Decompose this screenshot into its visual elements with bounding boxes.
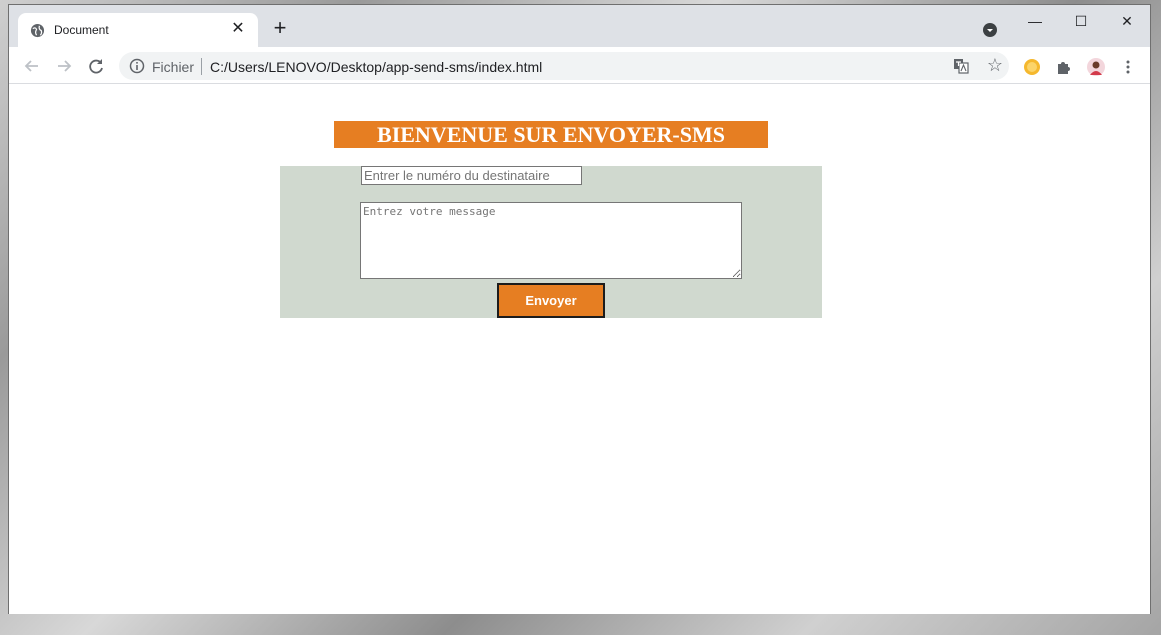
- info-icon[interactable]: [129, 58, 145, 74]
- tab-title: Document: [54, 23, 109, 37]
- sms-form: Envoyer: [280, 166, 822, 318]
- minimize-button[interactable]: —: [1013, 9, 1057, 33]
- phone-number-input[interactable]: [361, 166, 582, 185]
- close-window-button[interactable]: ✕: [1105, 9, 1149, 33]
- tab-document[interactable]: Document ✕: [18, 13, 258, 47]
- page-content: BIENVENUE SUR ENVOYER-SMS Envoyer: [9, 85, 1150, 614]
- tab-strip: Document ✕ + — ☐ ✕: [9, 5, 1150, 47]
- send-button[interactable]: Envoyer: [497, 283, 605, 318]
- omnibox-divider: [201, 58, 202, 75]
- reload-icon[interactable]: [85, 55, 107, 77]
- new-tab-button[interactable]: +: [269, 17, 291, 40]
- maximize-button[interactable]: ☐: [1059, 9, 1103, 33]
- message-textarea[interactable]: [360, 202, 742, 279]
- url-text[interactable]: C:/Users/LENOVO/Desktop/app-send-sms/ind…: [210, 59, 542, 75]
- close-tab-icon[interactable]: ✕: [228, 19, 248, 39]
- orange-extension-icon[interactable]: [1023, 58, 1041, 76]
- tab-search-icon[interactable]: [982, 22, 998, 38]
- star-icon[interactable]: ☆: [985, 55, 1005, 75]
- address-bar[interactable]: Fichier C:/Users/LENOVO/Desktop/app-send…: [119, 52, 1009, 80]
- forward-icon[interactable]: [53, 55, 75, 77]
- translate-icon[interactable]: [953, 58, 969, 74]
- avatar[interactable]: [1087, 58, 1105, 76]
- puzzle-icon[interactable]: [1055, 58, 1073, 76]
- menu-icon[interactable]: [1119, 58, 1137, 76]
- back-icon[interactable]: [21, 55, 43, 77]
- globe-icon: [30, 23, 45, 38]
- page-title: BIENVENUE SUR ENVOYER-SMS: [334, 121, 768, 148]
- browser-window: Document ✕ + — ☐ ✕ Fichier C:/Users/LENO…: [8, 4, 1151, 614]
- browser-toolbar: Fichier C:/Users/LENOVO/Desktop/app-send…: [9, 47, 1150, 84]
- scheme-label: Fichier: [152, 59, 195, 75]
